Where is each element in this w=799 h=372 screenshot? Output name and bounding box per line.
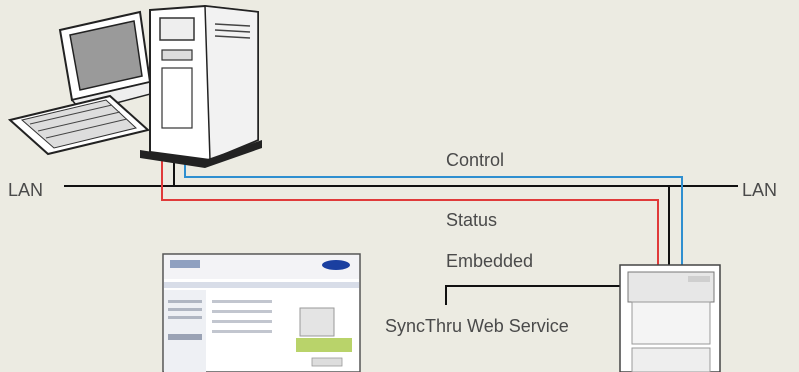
embedded-label: Embedded	[446, 251, 534, 271]
web-page-thumbnail	[162, 253, 361, 372]
printer-icon	[619, 264, 721, 372]
embedded-connector	[445, 285, 630, 305]
desktop-computer-icon	[7, 4, 262, 168]
lan-right-label: LAN	[742, 180, 778, 200]
lan-left-label: LAN	[8, 180, 44, 200]
control-label: Control	[446, 150, 505, 170]
status-label: Status	[446, 210, 498, 230]
syncthru-web-service-label: SyncThru Web Service	[385, 316, 569, 336]
